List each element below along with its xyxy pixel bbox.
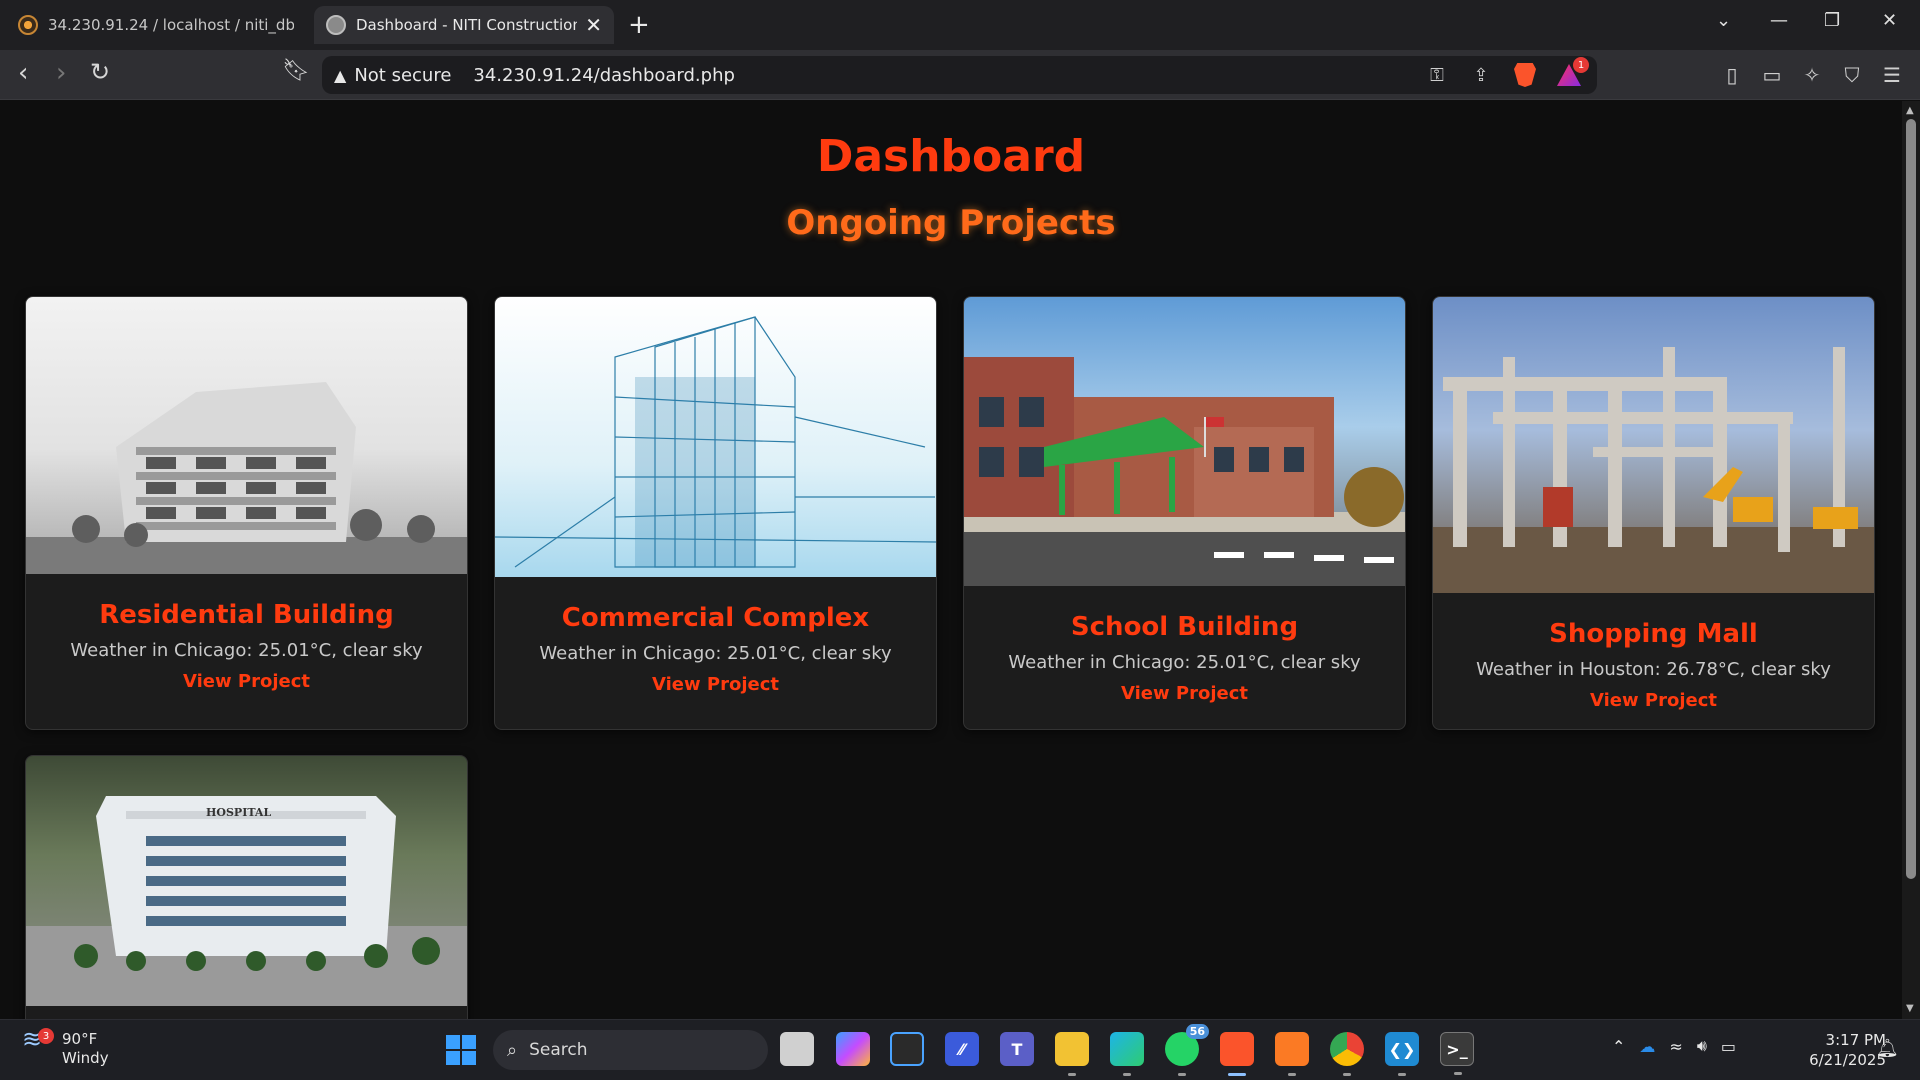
taskbar-search[interactable]: ⌕ Search <box>493 1030 768 1070</box>
page-scrollbar[interactable]: ▲ ▼ <box>1902 101 1920 1019</box>
reload-button[interactable]: ↻ <box>90 60 110 84</box>
new-tab-button[interactable]: + <box>628 10 650 40</box>
residential-building-image <box>26 297 467 574</box>
tab-title: 34.230.91.24 / localhost / niti_db / da <box>48 16 294 34</box>
wallet-icon[interactable]: ▭ <box>1760 63 1784 87</box>
weather-widget[interactable]: ≋ 3 90°F Windy <box>22 1027 109 1068</box>
clock[interactable]: 3:17 PM 6/21/2025 <box>1790 1030 1886 1070</box>
windows-taskbar: ≋ 3 90°F Windy ⌕ Search ⁄⁄ T 56 ❮❯ >_ ⌃ … <box>0 1019 1920 1080</box>
brave-browser-icon[interactable] <box>1220 1032 1254 1076</box>
battery-icon[interactable]: ▭ <box>1721 1037 1736 1056</box>
hospital-image: HOSPITAL <box>26 756 467 1006</box>
restore-button[interactable]: ❐ <box>1824 10 1840 31</box>
forward-button[interactable]: › <box>56 60 66 86</box>
notification-bell-icon[interactable]: 🔔︎ <box>1876 1038 1899 1059</box>
tab-dashboard[interactable]: Dashboard - NITI Construction ✕ <box>314 6 614 44</box>
browser-tab-bar: 34.230.91.24 / localhost / niti_db / da … <box>0 0 1920 50</box>
brave-rewards-icon[interactable]: 1 <box>1557 57 1589 87</box>
key-icon[interactable]: ⚿ <box>1425 63 1449 87</box>
tab-search-chevron-icon[interactable]: ⌄ <box>1716 10 1731 31</box>
microsoft-store-icon[interactable] <box>890 1032 924 1066</box>
rewards-badge: 1 <box>1573 57 1589 73</box>
volume-icon[interactable]: 🔊︎ <box>1697 1036 1707 1056</box>
project-card: Residential Building Weather in Chicago:… <box>25 296 468 730</box>
view-project-link[interactable]: View Project <box>1590 690 1717 711</box>
minimize-button[interactable]: — <box>1770 10 1788 31</box>
phpmyadmin-favicon-icon <box>18 15 38 35</box>
project-title: Commercial Complex <box>561 603 870 633</box>
close-tab-icon[interactable]: ✕ <box>585 13 602 37</box>
search-icon: ⌕ <box>507 1039 518 1061</box>
scroll-up-arrow-icon[interactable]: ▲ <box>1906 105 1914 116</box>
page-viewport: Dashboard Ongoing Projects Residential B… <box>0 101 1902 1019</box>
sidebar-toggle-icon[interactable]: ▯ <box>1720 63 1744 87</box>
chrome-icon[interactable] <box>1330 1032 1364 1076</box>
project-card: HOSPITAL <box>25 755 468 1019</box>
vscode-icon[interactable]: ❮❯ <box>1385 1032 1419 1076</box>
whatsapp-badge: 56 <box>1185 1024 1209 1039</box>
tab-phpmyadmin[interactable]: 34.230.91.24 / localhost / niti_db / da <box>6 6 306 44</box>
project-title: Shopping Mall <box>1549 619 1758 649</box>
address-bar[interactable]: ▲ Not secure 34.230.91.24/dashboard.php … <box>322 56 1597 94</box>
xampp-icon[interactable] <box>1275 1032 1309 1076</box>
school-building-image <box>964 297 1405 586</box>
terminal-icon[interactable]: >_ <box>1440 1032 1474 1075</box>
warning-icon: ▲ <box>334 65 347 85</box>
browser-toolbar: ‹ › ↻ 🔖︎ ▲ Not secure 34.230.91.24/dashb… <box>0 50 1920 100</box>
shopping-mall-image <box>1433 297 1874 593</box>
project-weather: Weather in Chicago: 25.01°C, clear sky <box>539 643 892 664</box>
system-tray: ⌃ ☁ ≈ 🔊︎ ▭ <box>1612 1036 1736 1056</box>
page-subtitle: Ongoing Projects <box>786 203 1116 243</box>
start-button[interactable] <box>446 1035 476 1065</box>
url-text[interactable]: 34.230.91.24/dashboard.php <box>473 65 735 86</box>
hospital-sign: HOSPITAL <box>206 806 272 819</box>
project-card: Shopping Mall Weather in Houston: 26.78°… <box>1432 296 1875 730</box>
whatsapp-icon[interactable]: 56 <box>1165 1024 1209 1076</box>
scroll-down-arrow-icon[interactable]: ▼ <box>1906 1003 1914 1014</box>
project-weather: Weather in Chicago: 25.01°C, clear sky <box>1008 652 1361 673</box>
clock-date: 6/21/2025 <box>1809 1051 1886 1069</box>
project-title: School Building <box>1070 612 1299 642</box>
weather-desc: Windy <box>62 1049 109 1067</box>
globe-favicon-icon <box>326 15 346 35</box>
share-icon[interactable]: ⇪ <box>1469 63 1493 87</box>
tab-title: Dashboard - NITI Construction <box>356 16 578 34</box>
file-explorer-icon[interactable] <box>1055 1032 1089 1076</box>
page-title: Dashboard <box>816 131 1086 182</box>
onedrive-cloud-icon[interactable]: ☁ <box>1639 1037 1655 1056</box>
leo-ai-icon[interactable]: ✧ <box>1800 63 1824 87</box>
brave-shields-icon[interactable] <box>1513 63 1537 87</box>
project-title: Residential Building <box>99 600 394 630</box>
project-weather: Weather in Chicago: 25.01°C, clear sky <box>70 640 423 661</box>
project-weather: Weather in Houston: 26.78°C, clear sky <box>1476 659 1831 680</box>
wifi-icon[interactable]: ≈ <box>1669 1037 1682 1056</box>
bookmark-icon[interactable]: 🔖︎ <box>282 60 310 82</box>
menu-icon[interactable]: ☰ <box>1880 63 1904 87</box>
task-view-icon[interactable] <box>780 1032 814 1066</box>
vpn-shield-icon[interactable]: ⛉ <box>1840 63 1864 87</box>
edge-icon[interactable] <box>1110 1032 1144 1076</box>
weather-badge: 3 <box>38 1028 54 1044</box>
commercial-complex-image <box>495 297 936 577</box>
view-project-link[interactable]: View Project <box>183 671 310 692</box>
scroll-thumb[interactable] <box>1906 119 1916 879</box>
view-project-link[interactable]: View Project <box>1121 683 1248 704</box>
project-card: Commercial Complex Weather in Chicago: 2… <box>494 296 937 730</box>
back-button[interactable]: ‹ <box>18 60 28 86</box>
weather-temp: 90°F <box>62 1030 98 1048</box>
project-card: School Building Weather in Chicago: 25.0… <box>963 296 1406 730</box>
view-project-link[interactable]: View Project <box>652 674 779 695</box>
show-hidden-icons-chevron-icon[interactable]: ⌃ <box>1612 1037 1625 1056</box>
search-placeholder: Search <box>529 1040 588 1060</box>
copilot-icon[interactable] <box>836 1032 870 1066</box>
clock-time: 3:17 PM <box>1825 1031 1886 1049</box>
wind-icon: ≋ 3 <box>22 1027 54 1060</box>
app-icon[interactable]: ⁄⁄ <box>945 1032 979 1066</box>
security-label[interactable]: Not secure <box>354 65 451 86</box>
close-window-button[interactable]: ✕ <box>1882 10 1897 31</box>
teams-icon[interactable]: T <box>1000 1032 1034 1066</box>
